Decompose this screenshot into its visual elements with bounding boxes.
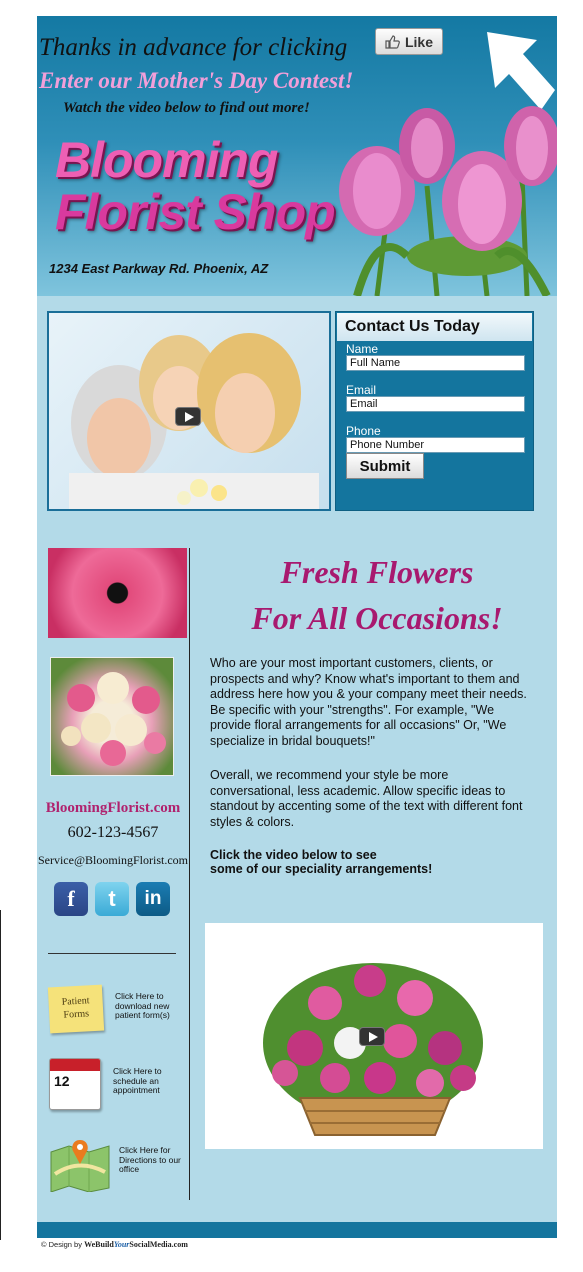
- email-field[interactable]: [346, 396, 525, 412]
- shop-name-logo: Blooming Florist Shop: [55, 132, 336, 240]
- facebook-icon[interactable]: f: [54, 882, 88, 916]
- patient-forms-link[interactable]: Click Here to download new patient form(…: [115, 991, 179, 1021]
- footer-bar: [37, 1222, 557, 1238]
- appointment-link[interactable]: Click Here to schedule an appointment: [113, 1066, 177, 1096]
- header-banner: Thanks in advance for clicking Enter our…: [37, 16, 557, 296]
- headline-line-2: For All Occasions!: [251, 600, 503, 636]
- headline-line-1: Fresh Flowers: [280, 554, 474, 590]
- calendar-icon[interactable]: 12: [49, 1058, 101, 1110]
- credit-build: Build: [95, 1240, 114, 1249]
- style-paragraph: Overall, we recommend your style be more…: [210, 768, 523, 829]
- arrow-pointer-icon: [487, 32, 555, 110]
- column-divider: [189, 548, 190, 1200]
- credit-social: Social: [129, 1240, 150, 1249]
- phone-label: Phone: [346, 424, 381, 438]
- name-field[interactable]: [346, 355, 525, 371]
- design-credit[interactable]: © Design by WeBuildYourSocialMedia.com: [41, 1240, 188, 1249]
- linkedin-icon[interactable]: in: [136, 882, 170, 916]
- credit-brand: WeBuildYourSocialMedia.com: [84, 1240, 188, 1249]
- credit-we: We: [84, 1240, 96, 1249]
- phone-field[interactable]: [346, 437, 525, 453]
- phone-number: 602-123-4567: [67, 824, 159, 841]
- promo-video[interactable]: [47, 311, 331, 511]
- calendar-header: [50, 1059, 100, 1071]
- pink-daisy-image: [48, 548, 187, 638]
- credit-prefix: © Design by: [41, 1240, 82, 1249]
- tulips-image: [339, 106, 557, 296]
- intro-paragraph: Who are your most important customers, c…: [210, 656, 527, 748]
- video-cta-line-2: some of our speciality arrangements!: [210, 862, 433, 876]
- bouquet-illustration: [61, 672, 166, 766]
- video-cta: Click the video below to see some of our…: [210, 848, 532, 876]
- shop-address: 1234 East Parkway Rd. Phoenix, AZ: [49, 261, 269, 276]
- twitter-icon[interactable]: t: [95, 882, 129, 916]
- credit-your: Your: [113, 1240, 130, 1249]
- credit-com: .com: [171, 1240, 188, 1249]
- patient-forms-icon-line-2: Forms: [63, 1008, 90, 1021]
- contact-form: Contact Us Today Name Email Phone Submit: [335, 311, 534, 511]
- promo-line-1: Thanks in advance for clicking: [39, 34, 348, 61]
- shop-name-line-2: Florist Shop: [55, 184, 336, 240]
- patient-forms-icon[interactable]: Patient Forms: [47, 984, 105, 1034]
- play-icon-2[interactable]: [359, 1027, 385, 1046]
- shop-name-line-1: Blooming: [55, 132, 279, 188]
- calendar-number: 12: [54, 1073, 70, 1089]
- promo-line-2: Enter our Mother's Day Contest!: [39, 68, 354, 93]
- directions-link[interactable]: Click Here for Directions to our office: [119, 1145, 183, 1175]
- left-edge-line: [0, 910, 1, 1240]
- video-cta-line-1: Click the video below to see: [210, 848, 377, 862]
- website-link[interactable]: BloomingFlorist.com: [37, 800, 189, 817]
- credit-media: Media: [149, 1240, 172, 1249]
- submit-button[interactable]: Submit: [346, 453, 424, 479]
- play-icon[interactable]: [175, 407, 201, 426]
- email-link[interactable]: Service@BloomingFlorist.com: [37, 853, 189, 868]
- promo-line-3: Watch the video below to find out more!: [63, 100, 310, 116]
- arrangements-video[interactable]: [205, 923, 543, 1149]
- map-pin-icon[interactable]: [49, 1138, 111, 1192]
- sidebar-divider: [48, 953, 176, 954]
- page-container: Thanks in advance for clicking Enter our…: [37, 16, 557, 1238]
- like-label: Like: [404, 33, 433, 50]
- rose-bouquet-image: [50, 657, 174, 776]
- like-button[interactable]: Like: [375, 28, 443, 55]
- name-label: Name: [346, 342, 379, 356]
- email-label: Email: [346, 383, 377, 397]
- thumbs-up-icon: [385, 34, 400, 49]
- contact-title: Contact Us Today: [337, 313, 532, 341]
